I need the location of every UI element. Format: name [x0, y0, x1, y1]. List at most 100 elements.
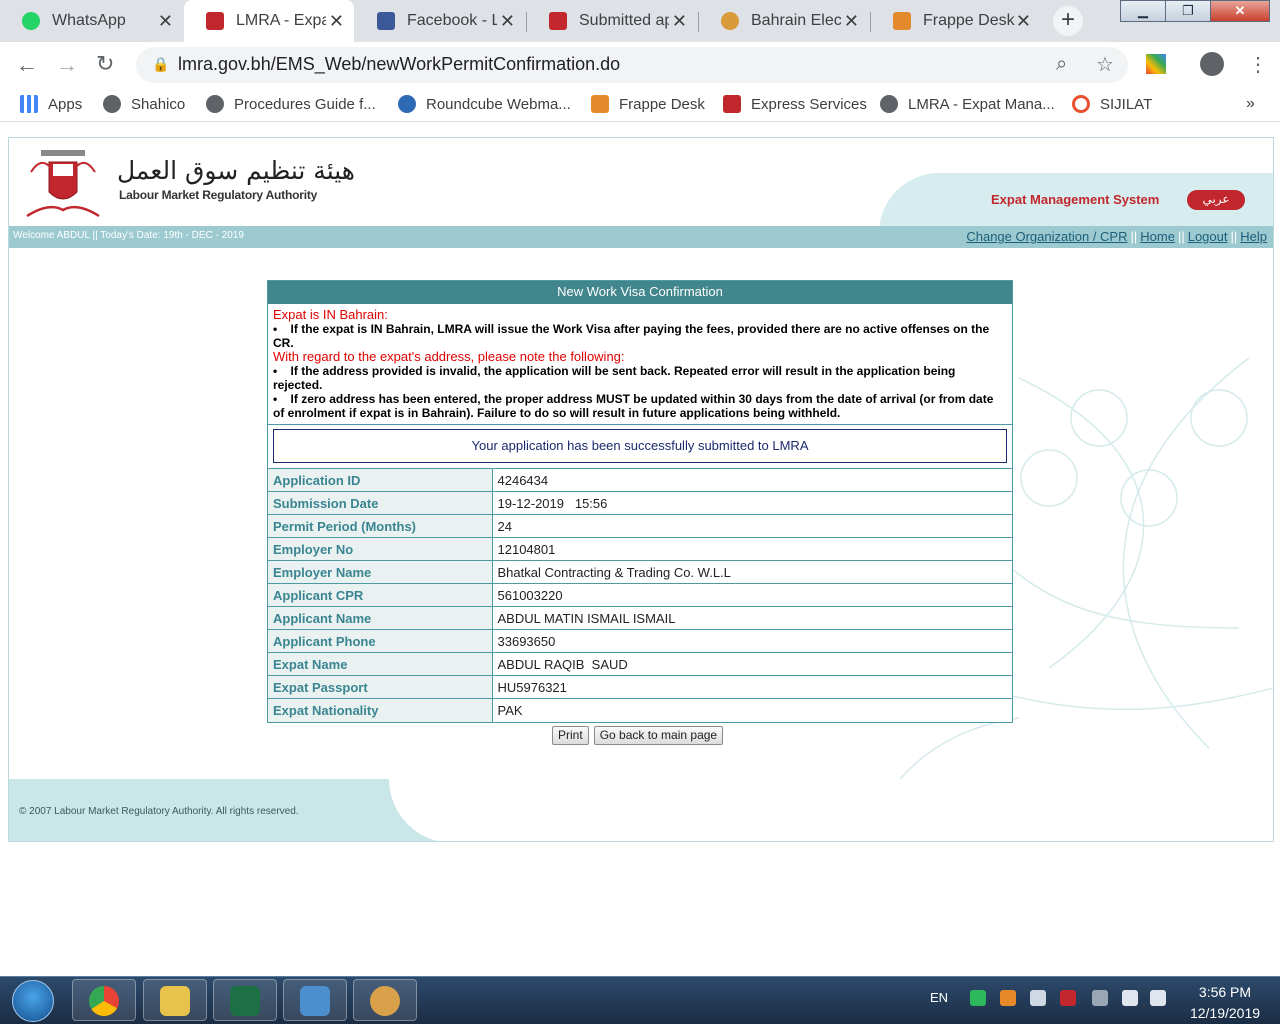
action-buttons: Print Go back to main page	[552, 726, 724, 745]
signal-icon[interactable]	[1150, 990, 1166, 1006]
tray-language[interactable]: EN	[930, 990, 948, 1005]
close-tab-icon[interactable]: ✕	[500, 11, 515, 32]
maximize-button[interactable]: ❐	[1165, 0, 1211, 22]
bookmark-label: Roundcube Webma...	[426, 95, 571, 113]
globe-icon	[103, 95, 121, 113]
back-arrow-icon[interactable]: ←	[16, 52, 38, 78]
zoom-icon[interactable]: ⌕	[1056, 53, 1067, 76]
bookmark-label: Shahico	[131, 95, 186, 113]
row-label: Applicant CPR	[268, 583, 493, 607]
bookmark-express-services[interactable]: Express Services	[723, 95, 867, 113]
link-separator: ||	[1177, 229, 1185, 244]
note-bullet: • If zero address has been entered, the …	[273, 392, 994, 420]
important-notes: Expat is IN Bahrain: • If the expat is I…	[268, 304, 1012, 424]
taskbar-clock[interactable]: 3:56 PM 12/19/2019	[1180, 982, 1270, 1024]
bookmark-star-icon[interactable]: ☆	[1096, 52, 1114, 77]
row-value: PAK	[492, 698, 1012, 722]
tab-facebook[interactable]: Facebook - Lo ✕	[355, 0, 525, 42]
tab-bahrain-electricity[interactable]: Bahrain Electr ✕	[699, 0, 869, 42]
logout-link[interactable]: Logout	[1188, 229, 1228, 244]
bookmark-frappe-desk[interactable]: Frappe Desk	[591, 95, 705, 113]
close-tab-icon[interactable]: ✕	[1016, 11, 1031, 32]
row-value: 12104801	[492, 537, 1012, 561]
note-bullet: • If the address provided is invalid, th…	[273, 364, 956, 392]
confirmation-title: New Work Visa Confirmation	[268, 281, 1012, 304]
note-heading-in-bahrain: Expat is IN Bahrain:	[273, 307, 388, 322]
chrome-icon	[89, 986, 119, 1016]
more-bookmarks-icon[interactable]: »	[1246, 95, 1255, 113]
row-label: Submission Date	[268, 491, 493, 515]
row-label: Applicant Phone	[268, 629, 493, 653]
bookmark-sijilat[interactable]: SIJILAT	[1072, 95, 1152, 113]
volume-icon[interactable]	[1030, 990, 1046, 1006]
row-value: 561003220	[492, 583, 1012, 607]
facebook-icon	[377, 12, 395, 30]
profile-avatar-icon[interactable]	[1200, 52, 1224, 76]
lmra-page: هيئة تنظيم سوق العمل Labour Market Regul…	[8, 137, 1274, 842]
menu-kebab-icon[interactable]: ⋮	[1248, 52, 1268, 77]
close-tab-icon[interactable]: ✕	[329, 11, 344, 32]
bookmark-apps[interactable]: Apps	[20, 95, 82, 113]
go-back-main-page-button[interactable]: Go back to main page	[593, 726, 724, 745]
row-value: ABDUL MATIN ISMAIL ISMAIL	[492, 606, 1012, 630]
taskbar-file-explorer[interactable]	[143, 979, 207, 1021]
url-text[interactable]: lmra.gov.bh/EMS_Web/newWorkPermitConfirm…	[178, 54, 620, 75]
tab-title: WhatsApp	[52, 12, 126, 29]
tab-frappe-desk[interactable]: Frappe Desk ✕	[871, 0, 1041, 42]
lock-icon[interactable]: 🔒	[152, 56, 169, 73]
taskbar-excel[interactable]	[213, 979, 277, 1021]
windows-start-icon[interactable]	[12, 980, 54, 1022]
bookmark-label: Procedures Guide f...	[234, 95, 376, 113]
row-label: Expat Passport	[268, 675, 493, 699]
taskbar-paint[interactable]	[353, 979, 417, 1021]
tab-whatsapp[interactable]: WhatsApp ✕	[0, 0, 183, 42]
tab-title: Bahrain Electr	[751, 12, 841, 29]
help-link[interactable]: Help	[1240, 229, 1267, 244]
file-explorer-icon	[160, 986, 190, 1016]
bookmark-label: Express Services	[751, 95, 867, 113]
print-button[interactable]: Print	[552, 726, 589, 745]
browser-tab-strip: WhatsApp ✕ LMRA - Expat ✕ Facebook - Lo …	[0, 0, 1280, 42]
excel-icon	[230, 986, 260, 1016]
row-value: HU5976321	[492, 675, 1012, 699]
paint-icon	[370, 986, 400, 1016]
table-row: Permit Period (Months) 24	[268, 514, 1012, 538]
taskbar-photo-viewer[interactable]	[283, 979, 347, 1021]
welcome-text: Welcome ABDUL || Today's Date: 19th - DE…	[13, 230, 244, 241]
close-tab-icon[interactable]: ✕	[158, 11, 173, 32]
note-bullet: • If the expat is IN Bahrain, LMRA will …	[273, 322, 990, 350]
network-icon[interactable]	[1092, 990, 1108, 1006]
bookmark-procedures-guide[interactable]: Procedures Guide f...	[206, 95, 376, 113]
change-organization-link[interactable]: Change Organization / CPR	[966, 229, 1127, 244]
apps-grid-icon	[20, 95, 38, 113]
lmra-icon	[549, 12, 567, 30]
arabic-language-button[interactable]: عربي	[1187, 190, 1245, 210]
row-label: Employer Name	[268, 560, 493, 584]
home-link[interactable]: Home	[1140, 229, 1175, 244]
bookmark-lmra-expat[interactable]: LMRA - Expat Mana...	[880, 95, 1055, 113]
tab-lmra-expat[interactable]: LMRA - Expat ✕	[184, 0, 354, 42]
frappe-icon	[893, 12, 911, 30]
bookmark-shahico[interactable]: Shahico	[103, 95, 185, 113]
taskbar-chrome[interactable]	[72, 979, 136, 1021]
reload-icon[interactable]: ↻	[96, 51, 114, 77]
tab-submitted[interactable]: Submitted ap ✕	[527, 0, 697, 42]
close-tab-icon[interactable]: ✕	[844, 11, 859, 32]
new-tab-button[interactable]: +	[1053, 6, 1083, 36]
note-bullet-text: If zero address has been entered, the pr…	[273, 392, 994, 420]
bookmark-label: Frappe Desk	[619, 95, 705, 113]
bookmark-label: LMRA - Expat Mana...	[908, 95, 1055, 113]
action-center-icon[interactable]	[1122, 990, 1138, 1006]
bookmark-roundcube[interactable]: Roundcube Webma...	[398, 95, 571, 113]
tray-app-icon[interactable]	[970, 990, 986, 1006]
window-close-button[interactable]: ✕	[1210, 0, 1270, 22]
table-row: Expat Nationality PAK	[268, 698, 1012, 722]
minimize-button[interactable]: ▁	[1120, 0, 1166, 22]
extension-icon[interactable]	[1146, 54, 1166, 74]
tray-app-icon[interactable]	[1000, 990, 1016, 1006]
table-row: Applicant Phone 33693650	[268, 629, 1012, 653]
note-heading-address: With regard to the expat's address, plea…	[273, 349, 625, 364]
close-tab-icon[interactable]: ✕	[672, 11, 687, 32]
tray-app-icon[interactable]	[1060, 990, 1076, 1006]
forward-arrow-icon[interactable]: →	[56, 52, 78, 78]
